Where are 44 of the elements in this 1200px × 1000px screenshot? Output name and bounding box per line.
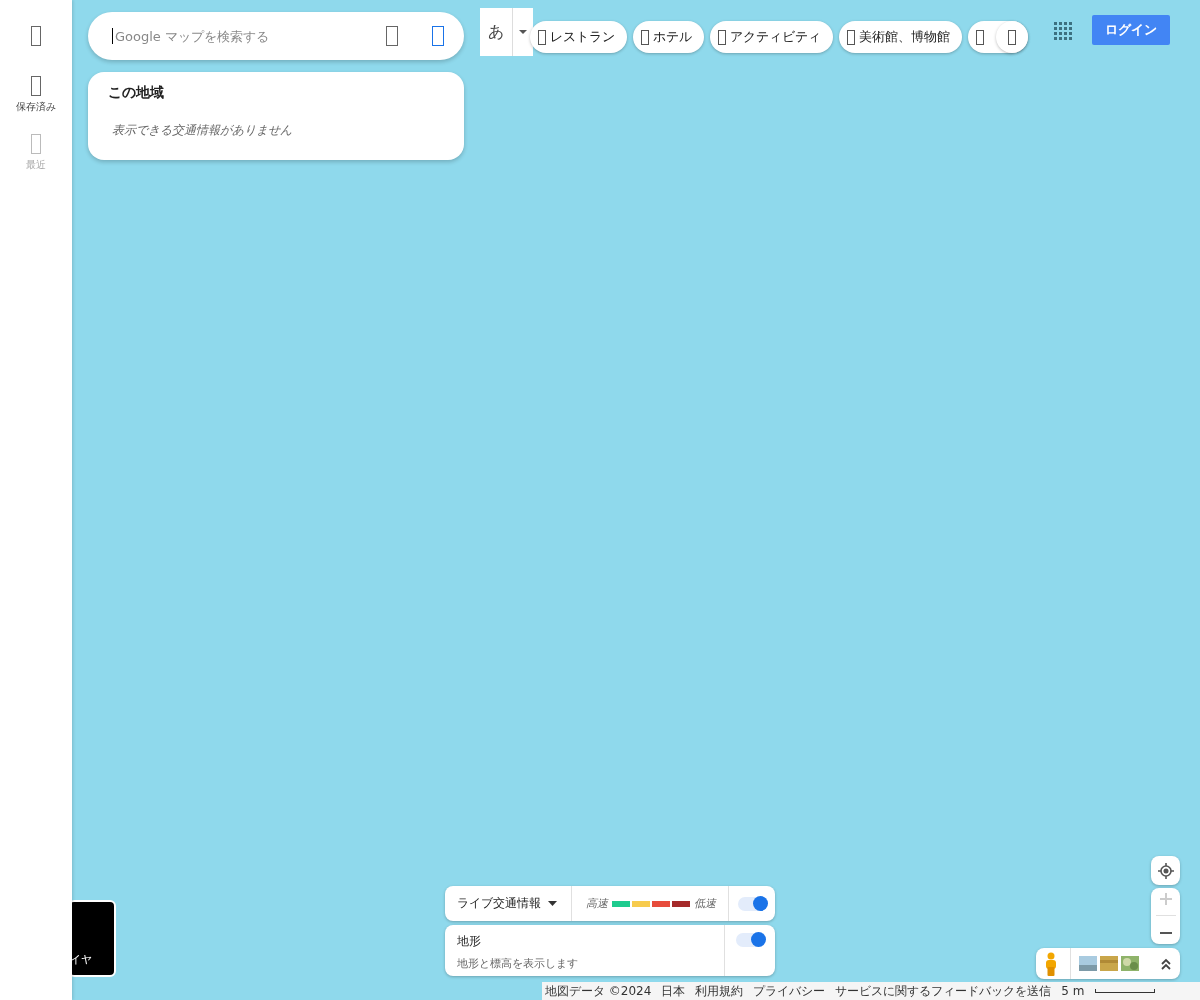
missing-glyph-icon [31, 134, 41, 154]
toggle-switch[interactable] [738, 896, 766, 911]
input-method-button[interactable]: あ [480, 8, 512, 56]
missing-glyph-icon [432, 26, 444, 46]
my-location-button[interactable] [1151, 856, 1180, 885]
attribution-text: 地図データ ©2024 [545, 982, 652, 1000]
missing-glyph-icon [386, 26, 398, 46]
footer-link[interactable]: 利用規約 [695, 982, 744, 1000]
footer-link[interactable]: 日本 [661, 982, 686, 1000]
expand-icon[interactable] [1160, 956, 1172, 971]
legend-label: 低速 [694, 896, 716, 911]
pegman-icon[interactable] [1044, 951, 1058, 976]
category-chip[interactable]: アクティビティ [710, 21, 833, 53]
live-traffic-menu[interactable]: ライブ交通情報 [445, 886, 572, 921]
scroll-button[interactable] [996, 21, 1028, 53]
missing-glyph-icon [538, 29, 546, 45]
footer-link[interactable]: サービスに関するフィードバックを送信 [835, 982, 1052, 1000]
scale-bar [1094, 989, 1155, 993]
terrain-description: 地形と標高を表示します [457, 956, 579, 971]
missing-glyph-icon [31, 76, 41, 96]
scale-label: 5 m [1061, 984, 1085, 998]
category-chip[interactable]: 美術館、博物館 [839, 21, 962, 53]
missing-glyph-icon [976, 29, 984, 45]
card-title: この地域 [108, 84, 165, 102]
caret-icon [548, 901, 557, 906]
footer-link[interactable]: プライバシー [753, 982, 826, 1000]
legend-label: 高速 [586, 896, 608, 911]
missing-glyph-icon [847, 29, 855, 45]
apps-icon[interactable] [1054, 22, 1072, 40]
map-area[interactable]: Google マップを検索する この地域 表示できる交通情報がありません あ レストラン ホテル アクティビティ 美術館、博物館 ログイン イヤ ライブ交通情報 高速 低速 地形 地形と標高を表示します 地図データ ©2024 日本 利用規約 プライバシー サービスに関するフィードバックを送信 5 m [72, 0, 1200, 1000]
missing-glyph-icon [1008, 29, 1016, 45]
caret-icon [519, 29, 527, 35]
missing-glyph-icon [641, 29, 649, 45]
search-bar[interactable]: Google マップを検索する [88, 12, 464, 60]
toggle-switch[interactable] [736, 933, 764, 947]
missing-glyph-icon [31, 26, 41, 46]
card-message: 表示できる交通情報がありません [111, 122, 293, 139]
category-chip[interactable]: レストラン [530, 21, 627, 53]
terrain-title: 地形 [457, 933, 482, 950]
my-location-icon [1156, 861, 1175, 880]
missing-glyph-icon [718, 29, 726, 45]
sidebar-item[interactable]: 保存済み [16, 76, 56, 114]
category-chip[interactable]: ホテル [633, 21, 704, 53]
login-button[interactable]: ログイン [1092, 15, 1170, 45]
